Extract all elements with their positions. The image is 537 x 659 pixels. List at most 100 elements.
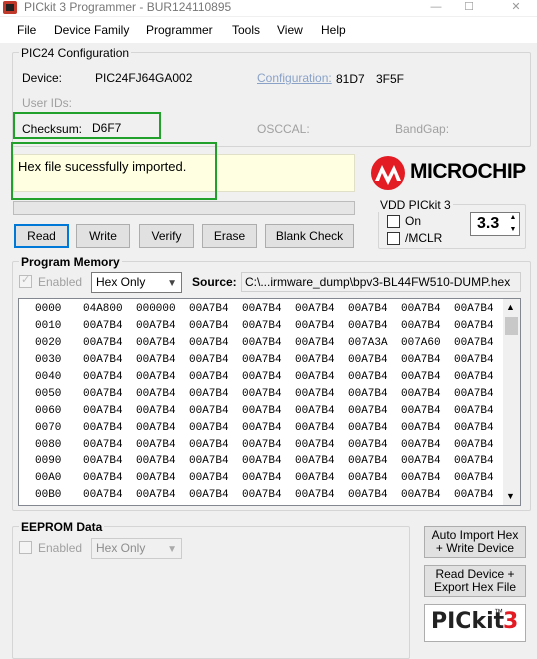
memory-cell[interactable]: 00A7B4: [136, 419, 189, 436]
memory-cell[interactable]: 00A7B4: [189, 453, 242, 470]
memory-cell[interactable]: 00A7B4: [348, 369, 401, 386]
memory-cell[interactable]: 00A7B4: [242, 385, 295, 402]
memory-cell[interactable]: 00A7B4: [242, 470, 295, 487]
memory-cell[interactable]: 00A7B4: [401, 487, 454, 504]
memory-cell[interactable]: 00A7B4: [83, 470, 136, 487]
memory-cell[interactable]: 00A7B4: [136, 436, 189, 453]
memory-cell[interactable]: 007A60: [401, 335, 454, 352]
memory-cell[interactable]: 00A7B4: [242, 453, 295, 470]
memory-cell[interactable]: 00A7B4: [401, 385, 454, 402]
memory-cell[interactable]: 00A7B4: [242, 369, 295, 386]
memory-cell[interactable]: 00A7B4: [83, 335, 136, 352]
menu-programmer[interactable]: Programmer: [146, 23, 213, 37]
configuration-link[interactable]: Configuration:: [257, 71, 332, 85]
memory-cell[interactable]: 00A7B4: [348, 301, 401, 318]
memory-cell[interactable]: 00A7B4: [242, 487, 295, 504]
memory-cell[interactable]: 00A7B4: [295, 385, 348, 402]
memory-cell[interactable]: 00A7B4: [189, 436, 242, 453]
memory-cell[interactable]: 00A7B4: [242, 402, 295, 419]
memory-cell[interactable]: 00A7B4: [189, 419, 242, 436]
memory-cell[interactable]: 00A7B4: [295, 470, 348, 487]
memory-cell[interactable]: 00A7B4: [83, 402, 136, 419]
blank-check-button[interactable]: Blank Check: [265, 224, 354, 248]
memory-cell[interactable]: 04A800: [83, 301, 136, 318]
memory-cell[interactable]: 00A7B4: [83, 419, 136, 436]
memory-cell[interactable]: 00A7B4: [136, 318, 189, 335]
memory-cell[interactable]: 00A7B4: [454, 385, 507, 402]
menu-file[interactable]: File: [17, 23, 36, 37]
memory-cell[interactable]: 00A7B4: [401, 301, 454, 318]
maximize-button[interactable]: ☐: [449, 0, 489, 16]
memory-cell[interactable]: 00A7B4: [83, 352, 136, 369]
memory-cell[interactable]: 00A7B4: [295, 436, 348, 453]
memory-cell[interactable]: 00A7B4: [454, 352, 507, 369]
verify-button[interactable]: Verify: [139, 224, 194, 248]
memory-cell[interactable]: 00A7B4: [189, 369, 242, 386]
menu-help[interactable]: Help: [321, 23, 346, 37]
memory-cell[interactable]: 00A7B4: [454, 487, 507, 504]
program-memory-enabled-checkbox[interactable]: ✓: [19, 274, 32, 288]
memory-cell[interactable]: 00A7B4: [189, 385, 242, 402]
memory-cell[interactable]: 00A7B4: [136, 352, 189, 369]
vdd-on-checkbox[interactable]: [387, 215, 400, 228]
memory-cell[interactable]: 00A7B4: [454, 402, 507, 419]
memory-cell[interactable]: 00A7B4: [83, 487, 136, 504]
memory-cell[interactable]: 000000: [136, 301, 189, 318]
memory-cell[interactable]: 00A7B4: [136, 470, 189, 487]
memory-cell[interactable]: 00A7B4: [348, 453, 401, 470]
memory-cell[interactable]: 00A7B4: [401, 419, 454, 436]
eeprom-enabled-checkbox[interactable]: [19, 541, 32, 554]
program-memory-grid[interactable]: 0000 04A800 000000 00A7B4 00A7B4 00A7B4 00A7B4…: [18, 298, 521, 506]
mclr-checkbox[interactable]: [387, 232, 400, 245]
memory-cell[interactable]: 00A7B4: [401, 318, 454, 335]
memory-cell[interactable]: 00A7B4: [242, 301, 295, 318]
memory-cell[interactable]: 00A7B4: [136, 369, 189, 386]
memory-cell[interactable]: 00A7B4: [348, 352, 401, 369]
memory-cell[interactable]: 00A7B4: [189, 402, 242, 419]
memory-cell[interactable]: 00A7B4: [401, 352, 454, 369]
chevron-up-icon[interactable]: ▲: [507, 212, 519, 224]
memory-cell[interactable]: 00A7B4: [454, 436, 507, 453]
memory-cell[interactable]: 00A7B4: [242, 436, 295, 453]
memory-cell[interactable]: 00A7B4: [242, 352, 295, 369]
memory-cell[interactable]: 00A7B4: [401, 453, 454, 470]
memory-cell[interactable]: 00A7B4: [189, 487, 242, 504]
memory-cell[interactable]: 00A7B4: [83, 318, 136, 335]
memory-cell[interactable]: 00A7B4: [242, 335, 295, 352]
program-memory-mode-select[interactable]: Hex Only ▼: [91, 272, 182, 293]
memory-cell[interactable]: 00A7B4: [348, 470, 401, 487]
memory-cell[interactable]: 00A7B4: [83, 453, 136, 470]
memory-cell[interactable]: 00A7B4: [454, 335, 507, 352]
memory-cell[interactable]: 00A7B4: [295, 318, 348, 335]
memory-cell[interactable]: 00A7B4: [348, 419, 401, 436]
memory-cell[interactable]: 00A7B4: [189, 301, 242, 318]
memory-cell[interactable]: 00A7B4: [242, 419, 295, 436]
memory-cell[interactable]: 00A7B4: [295, 487, 348, 504]
scroll-thumb[interactable]: [505, 317, 518, 335]
memory-cell[interactable]: 00A7B4: [295, 369, 348, 386]
erase-button[interactable]: Erase: [202, 224, 257, 248]
memory-cell[interactable]: 00A7B4: [83, 369, 136, 386]
memory-cell[interactable]: 00A7B4: [83, 436, 136, 453]
memory-cell[interactable]: 00A7B4: [136, 335, 189, 352]
memory-cell[interactable]: 00A7B4: [348, 436, 401, 453]
read-button[interactable]: Read: [14, 224, 69, 248]
memory-cell[interactable]: 00A7B4: [454, 453, 507, 470]
menu-view[interactable]: View: [277, 23, 303, 37]
memory-cell[interactable]: 00A7B4: [454, 369, 507, 386]
program-memory-scrollbar[interactable]: ▲ ▼: [503, 299, 520, 505]
memory-cell[interactable]: 00A7B4: [136, 385, 189, 402]
memory-cell[interactable]: 00A7B4: [295, 301, 348, 318]
memory-cell[interactable]: 00A7B4: [189, 335, 242, 352]
memory-cell[interactable]: 00A7B4: [295, 335, 348, 352]
memory-cell[interactable]: 007A3A: [348, 335, 401, 352]
eeprom-mode-select[interactable]: Hex Only ▼: [91, 538, 182, 559]
memory-cell[interactable]: 00A7B4: [189, 352, 242, 369]
memory-cell[interactable]: 00A7B4: [401, 369, 454, 386]
memory-cell[interactable]: 00A7B4: [189, 318, 242, 335]
memory-cell[interactable]: 00A7B4: [454, 301, 507, 318]
memory-cell[interactable]: 00A7B4: [348, 402, 401, 419]
memory-cell[interactable]: 00A7B4: [295, 453, 348, 470]
menu-device-family[interactable]: Device Family: [54, 23, 129, 37]
menu-tools[interactable]: Tools: [232, 23, 260, 37]
